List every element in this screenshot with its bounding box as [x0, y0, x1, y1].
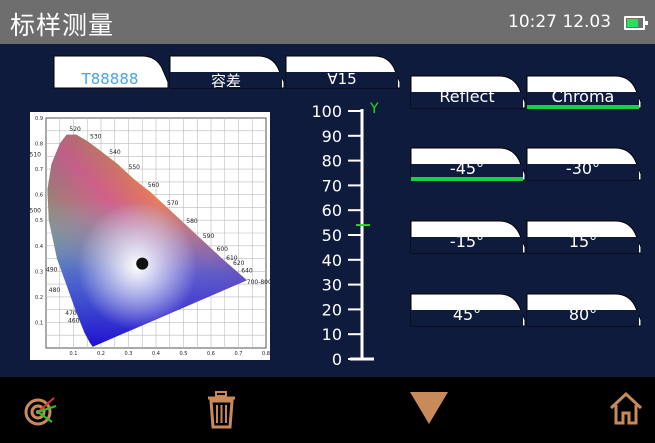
chromaticity-chart: 0.1 0.2 0.3 0.4 0.5 0.6 0.7 0.8 0.9 0.1 0.2 0.3 0.4 0…: [30, 112, 273, 360]
chromaticity-diagram: 0.1 0.2 0.3 0.4 0.5 0.6 0.7 0.8 0.9 0.1 0.2 0.3 0.4 0…: [30, 116, 273, 357]
chroma-label: Chroma: [551, 87, 615, 106]
reflect-label: Reflect: [439, 87, 495, 106]
gauge-tick-label: 80: [322, 152, 342, 171]
wavelength-label: 500: [30, 208, 41, 215]
x-tick-label: 0.6: [207, 351, 215, 357]
tab-standard[interactable]: T88888: [52, 54, 168, 90]
wavelength-label: 540: [109, 149, 121, 156]
gauge-tick-label: 30: [322, 276, 342, 295]
gauge-tick-label: 40: [322, 251, 342, 270]
target-icon[interactable]: [22, 392, 62, 432]
x-tick-label: 0.1: [70, 351, 78, 357]
y-tick-label: 0.8: [35, 142, 43, 148]
wavelength-label: 570: [167, 200, 179, 207]
angle-neg45-selected-bar: [411, 177, 523, 181]
x-tick-label: 0.5: [180, 351, 188, 357]
gauge-tick-label: 60: [322, 201, 342, 220]
y-tick-label: 0.6: [35, 193, 43, 199]
x-tick-label: 0.3: [125, 351, 133, 357]
x-tick-label: 0.8: [262, 351, 270, 357]
angle-45-button[interactable]: 45°: [409, 292, 525, 328]
footer-toolbar: [0, 377, 655, 443]
wavelength-label: 490: [46, 266, 58, 273]
gauge-tick-label: 20: [322, 300, 342, 319]
y-tick-label: 0.1: [35, 320, 43, 326]
wavelength-label: 700-800: [247, 279, 270, 286]
chroma-button[interactable]: Chroma: [525, 74, 641, 110]
angle-15-button[interactable]: 15°: [525, 219, 641, 255]
measurement-point: [136, 257, 149, 270]
battery-icon: [624, 16, 648, 30]
angle-neg15-button[interactable]: -15°: [409, 219, 525, 255]
y-tick-label: 0.2: [35, 295, 43, 301]
angle-neg30-label: -30°: [565, 159, 601, 178]
wavelength-label: 480: [49, 287, 61, 294]
tab-standard-label: T88888: [81, 70, 139, 88]
y-tick-label: 0.4: [35, 244, 43, 250]
tab-angle[interactable]: ∀15: [284, 54, 400, 90]
y-tick-label: 0.9: [35, 116, 43, 122]
wavelength-label: 520: [69, 126, 81, 133]
angle-neg45-label: -45°: [449, 159, 485, 178]
gauge-axis-label: Y: [369, 101, 379, 117]
gauge-tick-label: 10: [322, 325, 342, 344]
x-tick-label: 0.2: [97, 351, 105, 357]
page-title: 标样测量: [10, 11, 115, 40]
wavelength-label: 530: [90, 133, 102, 140]
y-gauge-scale: 1009080706050403020100Y: [311, 101, 379, 369]
trash-icon[interactable]: [205, 391, 239, 433]
clock: 10:27 12.03: [508, 12, 612, 32]
wavelength-label: 470: [65, 310, 77, 317]
angle-neg15-label: -15°: [449, 232, 485, 251]
wavelength-label: 590: [203, 233, 215, 240]
angle-80-label: 80°: [568, 305, 598, 324]
angle-15-label: 15°: [568, 232, 598, 251]
wavelength-label: 580: [186, 218, 198, 225]
wavelength-label: 620: [233, 260, 245, 267]
angle-80-button[interactable]: 80°: [525, 292, 641, 328]
triangle-down-icon[interactable]: [408, 390, 450, 430]
angle-45-label: 45°: [452, 305, 482, 324]
y-tick-label: 0.5: [35, 218, 43, 224]
gauge-tick-label: 90: [322, 127, 342, 146]
wavelength-label: 460: [68, 317, 80, 324]
tab-angle-label: ∀15: [327, 70, 357, 88]
y-tick-label: 0.7: [35, 167, 43, 173]
tab-tolerance-label: 容差: [210, 72, 241, 90]
wavelength-label: 600: [217, 246, 229, 253]
y-tick-label: 0.3: [35, 269, 43, 275]
angle-neg45-button[interactable]: -45°: [409, 146, 525, 182]
wavelength-label: 560: [148, 182, 160, 189]
angle-neg30-button[interactable]: -30°: [525, 146, 641, 182]
wavelength-label: 550: [129, 164, 141, 171]
chroma-selected-bar: [527, 105, 639, 109]
wavelength-label: 510: [30, 151, 41, 158]
gauge-tick-label: 50: [322, 226, 342, 245]
tab-tolerance[interactable]: 容差: [168, 54, 284, 90]
y-gauge: 100 90 80 70 60 50 40 30 20 10 0 Y: [300, 97, 390, 369]
home-icon[interactable]: [608, 390, 644, 430]
gauge-tick-label: 100: [311, 102, 342, 121]
wavelength-label: 640: [241, 268, 253, 275]
gauge-tick-label: 70: [322, 176, 342, 195]
gauge-tick-label: 0: [332, 350, 342, 367]
x-tick-label: 0.4: [152, 351, 160, 357]
reflect-button[interactable]: Reflect: [409, 74, 525, 110]
x-tick-label: 0.7: [235, 351, 243, 357]
title-bar: 标样测量 10:27 12.03: [0, 0, 655, 44]
